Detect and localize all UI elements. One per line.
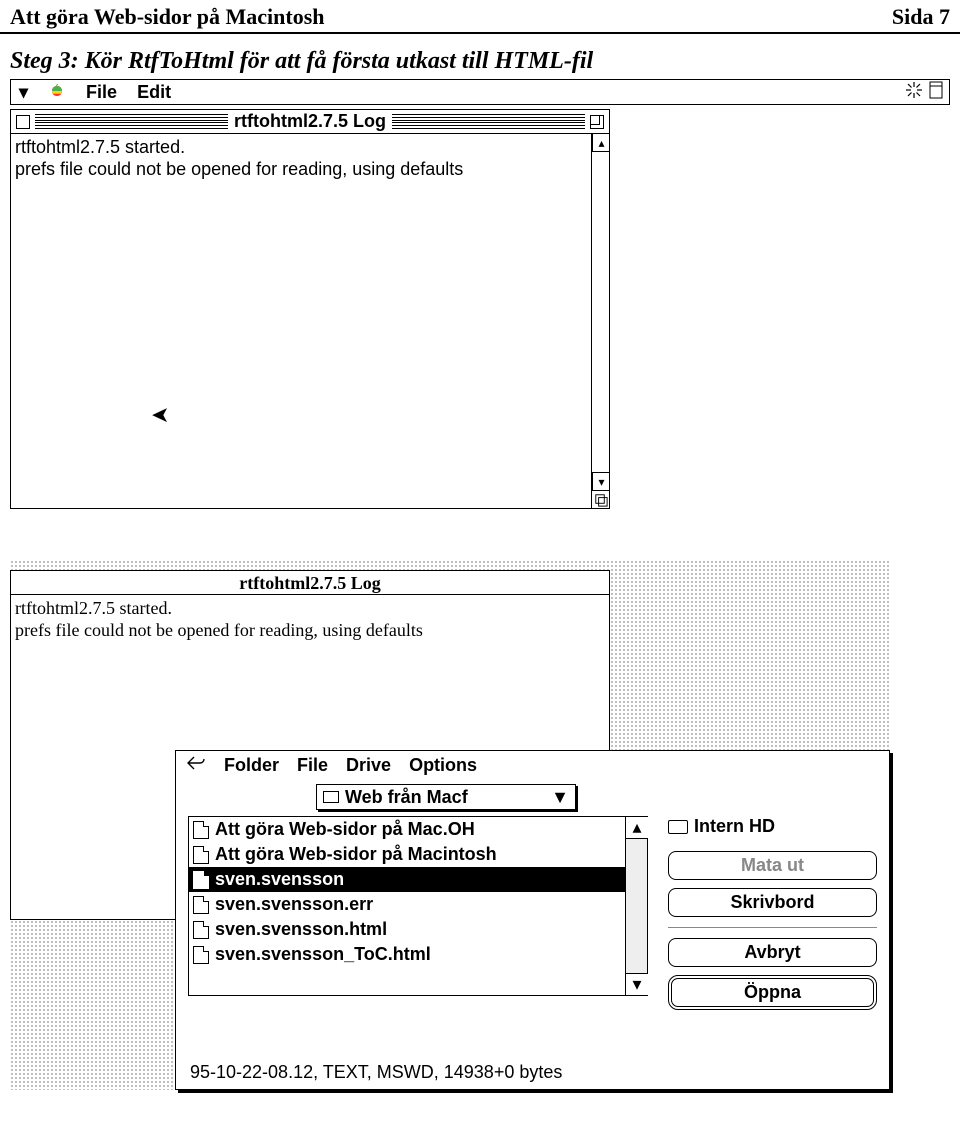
scroll-up-icon[interactable]: ▴	[626, 817, 648, 839]
volume-label: Intern HD	[694, 816, 775, 837]
folder-icon	[323, 791, 339, 803]
file-name: sven.svensson	[215, 869, 344, 890]
header-page: Sida 7	[892, 4, 950, 30]
file-name: Att göra Web-sidor på Mac.OH	[215, 819, 475, 840]
folder-popup-label: Web från Macf	[345, 787, 468, 808]
options-menu[interactable]: Options	[409, 755, 477, 776]
folder-popup[interactable]: Web från Macf ▼	[316, 784, 576, 810]
log-content: rtftohtml2.7.5 started. prefs file could…	[11, 134, 609, 508]
step-title: Steg 3: Kör RtfToHtml för att få första …	[0, 34, 960, 79]
list-item-selected[interactable]: sven.svensson	[189, 867, 625, 892]
window-title: rtftohtml2.7.5 Log	[11, 571, 609, 595]
cursor-icon: ➤	[151, 404, 169, 426]
open-button[interactable]: Öppna	[668, 975, 877, 1010]
file-name: sven.svensson.err	[215, 894, 373, 915]
list-item[interactable]: sven.svensson.err	[189, 892, 625, 917]
list-item[interactable]: sven.svensson_ToC.html	[189, 942, 625, 967]
log-line: prefs file could not be opened for readi…	[15, 158, 589, 180]
cancel-button[interactable]: Avbryt	[668, 938, 877, 967]
log-line: rtftohtml2.7.5 started.	[15, 597, 605, 619]
window-title: rtftohtml2.7.5 Log	[228, 111, 392, 132]
open-file-dialog: Folder File Drive Options Web från Macf …	[175, 750, 890, 1090]
dropdown-arrow-icon: ▾	[19, 82, 28, 103]
list-item[interactable]: Att göra Web-sidor på Macintosh	[189, 842, 625, 867]
log-line: prefs file could not be opened for readi…	[15, 619, 605, 641]
scroll-down-icon[interactable]: ▾	[626, 973, 648, 995]
file-name: sven.svensson_ToC.html	[215, 944, 431, 965]
scroll-up-icon[interactable]: ▴	[592, 134, 610, 152]
file-name: sven.svensson.html	[215, 919, 387, 940]
menu-app-icon[interactable]	[929, 81, 943, 104]
zoom-icon[interactable]	[590, 115, 604, 129]
volume-name: Intern HD	[668, 816, 877, 837]
scroll-down-icon[interactable]: ▾	[592, 472, 610, 490]
document-icon	[193, 821, 209, 839]
menu-extras-icon[interactable]	[905, 81, 923, 104]
header-title: Att göra Web-sidor på Macintosh	[10, 4, 325, 30]
dialog-menubar: Folder File Drive Options	[176, 751, 889, 780]
eject-button: Mata ut	[668, 851, 877, 880]
divider	[668, 927, 877, 928]
resize-handle-icon[interactable]	[591, 490, 609, 508]
document-icon	[193, 896, 209, 914]
log-window: rtftohtml2.7.5 Log rtftohtml2.7.5 starte…	[10, 109, 610, 509]
file-menu[interactable]: File	[86, 82, 117, 103]
drive-menu[interactable]: Drive	[346, 755, 391, 776]
list-item[interactable]: Att göra Web-sidor på Mac.OH	[189, 817, 625, 842]
disk-icon	[668, 820, 688, 834]
close-icon[interactable]	[16, 115, 30, 129]
mac-menubar: ▾ File Edit	[10, 79, 950, 105]
edit-menu[interactable]: Edit	[137, 82, 171, 103]
file-name: Att göra Web-sidor på Macintosh	[215, 844, 497, 865]
file-list: Att göra Web-sidor på Mac.OH Att göra We…	[188, 816, 648, 996]
apple-menu-icon[interactable]	[48, 83, 66, 101]
document-icon	[193, 871, 209, 889]
status-text: 95-10-22-08.12, TEXT, MSWD, 14938+0 byte…	[190, 1062, 562, 1083]
scrollbar-vertical[interactable]: ▴ ▾	[625, 817, 647, 995]
page-header: Att göra Web-sidor på Macintosh Sida 7	[0, 0, 960, 34]
file-menu[interactable]: File	[297, 755, 328, 776]
back-icon[interactable]	[186, 755, 206, 776]
titlebar[interactable]: rtftohtml2.7.5 Log	[11, 110, 609, 134]
desktop-button[interactable]: Skrivbord	[668, 888, 877, 917]
log-line: rtftohtml2.7.5 started.	[15, 136, 589, 158]
folder-menu[interactable]: Folder	[224, 755, 279, 776]
document-icon	[193, 846, 209, 864]
log-content: rtftohtml2.7.5 started. prefs file could…	[11, 595, 609, 643]
scrollbar-vertical[interactable]: ▴ ▾	[591, 134, 609, 490]
document-icon	[193, 946, 209, 964]
document-icon	[193, 921, 209, 939]
chevron-down-icon: ▼	[551, 787, 569, 808]
list-item[interactable]: sven.svensson.html	[189, 917, 625, 942]
